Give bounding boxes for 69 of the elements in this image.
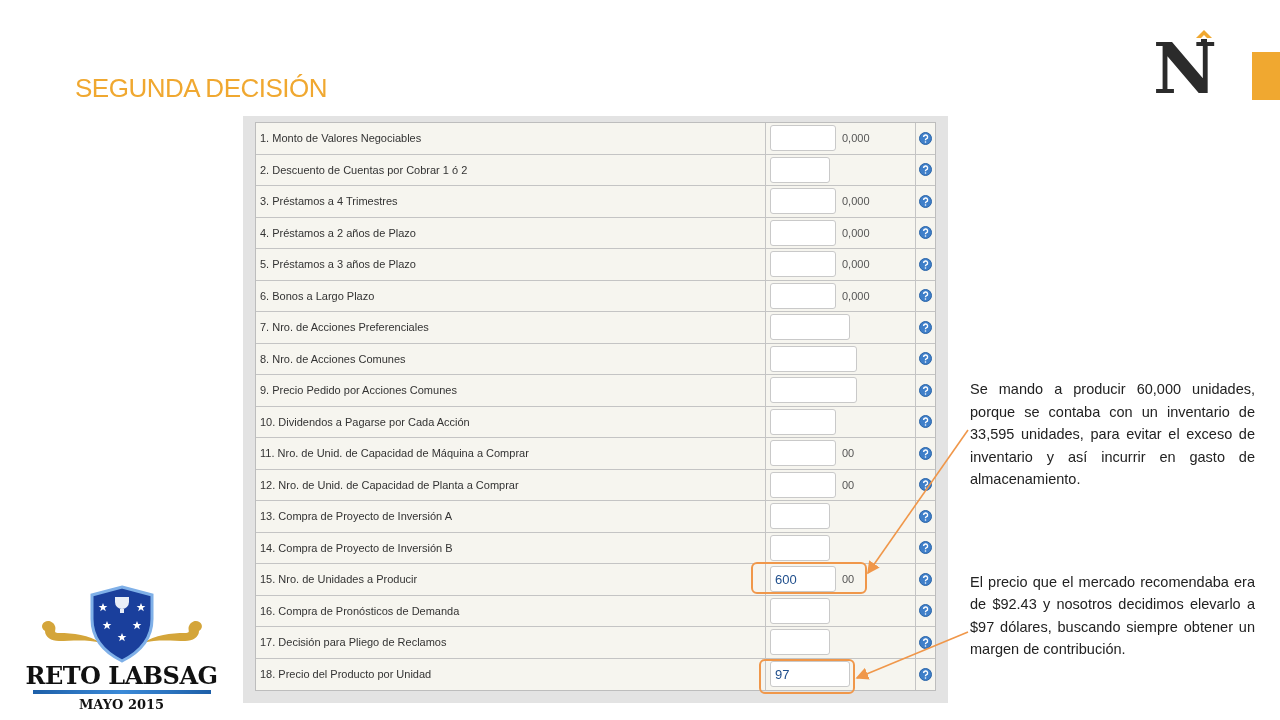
- field-label: 17. Decisión para Pliego de Reclamos: [256, 627, 766, 658]
- input-field[interactable]: [770, 629, 830, 656]
- field-label: 18. Precio del Producto por Unidad: [256, 658, 766, 690]
- event-date: MAYO 2015: [78, 697, 165, 712]
- help-icon[interactable]: [919, 163, 932, 177]
- decimal-suffix: 0,000: [842, 195, 870, 208]
- field-label: 4. Préstamos a 2 años de Plazo: [256, 217, 766, 248]
- help-icon[interactable]: [919, 289, 932, 303]
- input-field[interactable]: [770, 503, 830, 530]
- help-icon[interactable]: [919, 572, 932, 586]
- field-label: 3. Préstamos a 4 Trimestres: [256, 186, 766, 217]
- field-label: 8. Nro. de Acciones Comunes: [256, 343, 766, 374]
- help-icon[interactable]: [919, 194, 932, 208]
- field-label: 15. Nro. de Unidades a Producir: [256, 564, 766, 595]
- field-label: 10. Dividendos a Pagarse por Cada Acción: [256, 406, 766, 437]
- help-icon[interactable]: [919, 226, 932, 240]
- field-label: 13. Compra de Proyecto de Inversión A: [256, 501, 766, 532]
- input-field[interactable]: [770, 440, 836, 467]
- field-label: 1. Monto de Valores Negociables: [256, 123, 766, 154]
- help-icon[interactable]: [919, 446, 932, 460]
- help-icon[interactable]: [919, 320, 932, 334]
- field-label: 2. Descuento de Cuentas por Cobrar 1 ó 2: [256, 154, 766, 185]
- help-icon[interactable]: [919, 478, 932, 492]
- help-icon[interactable]: [919, 667, 932, 681]
- brand-logo: N: [1154, 30, 1216, 100]
- input-field[interactable]: [770, 471, 836, 498]
- help-icon[interactable]: [919, 383, 932, 397]
- input-field[interactable]: [770, 314, 850, 341]
- field-label: 9. Precio Pedido por Acciones Comunes: [256, 375, 766, 406]
- input-field[interactable]: 600: [770, 566, 836, 593]
- input-field[interactable]: [770, 534, 830, 561]
- input-field[interactable]: [770, 125, 836, 152]
- help-icon[interactable]: [919, 257, 932, 271]
- help-icon[interactable]: [919, 415, 932, 429]
- decimal-suffix: 0,000: [842, 289, 870, 302]
- help-icon[interactable]: [919, 352, 932, 366]
- input-field[interactable]: [770, 282, 836, 309]
- decimal-suffix: 0,000: [842, 258, 870, 271]
- decimal-suffix: 00: [842, 478, 855, 491]
- decimal-suffix: 0,000: [842, 226, 870, 239]
- input-field[interactable]: [770, 597, 830, 624]
- field-label: 6. Bonos a Largo Plazo: [256, 280, 766, 311]
- help-icon[interactable]: [919, 131, 932, 145]
- help-icon[interactable]: [919, 635, 932, 649]
- annotation-text: Se mando a producir 60,000 unidades, porque se contaba con un inventario de 33,595 unidades, para evitar el exceso de inventario y así incurrir en gasto de almacenamiento.: [970, 380, 1255, 489]
- field-label: 14. Compra de Proyecto de Inversión B: [256, 532, 766, 563]
- decimal-suffix: 00: [842, 447, 855, 460]
- help-icon[interactable]: [919, 509, 932, 523]
- input-field[interactable]: [770, 377, 857, 404]
- decimal-suffix: 00: [842, 573, 855, 586]
- help-icon[interactable]: [919, 541, 932, 555]
- input-field[interactable]: [770, 408, 836, 435]
- decimal-suffix: 0,000: [842, 132, 870, 145]
- field-label: 16. Compra de Pronósticos de Demanda: [256, 595, 766, 626]
- event-name: RETO LABSAG: [25, 663, 218, 689]
- input-field[interactable]: [770, 188, 836, 215]
- slide-title: SEGUNDA DECISIÓN: [75, 73, 328, 104]
- input-field[interactable]: 97: [770, 661, 850, 688]
- annotation-text: El precio que el mercado recomendaba era de $92.43 y nosotros decidimos elevarlo a $97 dólares, buscando siempre obtener un margen de contribución.: [970, 572, 1255, 659]
- input-field[interactable]: [770, 345, 857, 372]
- field-label: 11. Nro. de Unid. de Capacidad de Máquina a Comprar: [256, 438, 766, 469]
- field-label: 7. Nro. de Acciones Preferenciales: [256, 312, 766, 343]
- accent-bar: [1252, 52, 1280, 100]
- input-field[interactable]: [770, 219, 836, 246]
- input-field[interactable]: [770, 156, 830, 183]
- input-field[interactable]: [770, 251, 836, 278]
- field-label: 12. Nro. de Unid. de Capacidad de Planta a Comprar: [256, 469, 766, 500]
- field-label: 5. Préstamos a 3 años de Plazo: [256, 249, 766, 280]
- help-icon[interactable]: [919, 604, 932, 618]
